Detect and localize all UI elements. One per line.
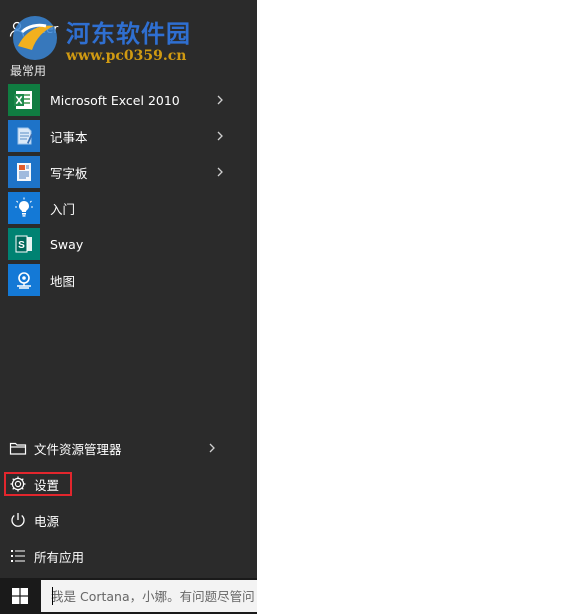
watermark-url: www.pc0359.cn — [66, 48, 187, 64]
settings-highlight-box — [4, 472, 72, 496]
folder-icon — [8, 438, 28, 458]
chevron-right-icon[interactable] — [206, 441, 218, 455]
lightbulb-icon — [15, 197, 33, 217]
power-icon — [8, 510, 28, 530]
notepad-icon — [17, 127, 33, 145]
text-caret — [52, 587, 53, 605]
excel-tile — [8, 84, 40, 116]
app-notepad[interactable]: 记事本 — [8, 119, 256, 153]
app-label: Microsoft Excel 2010 — [50, 92, 180, 108]
wordpad-icon — [17, 163, 31, 181]
maps-tile — [8, 264, 40, 296]
search-input[interactable] — [41, 587, 257, 605]
file-explorer-label: 文件资源管理器 — [34, 441, 122, 457]
app-maps[interactable]: 地图 — [8, 263, 256, 297]
user-icon — [9, 21, 25, 37]
windows-logo-icon — [12, 588, 28, 604]
app-sway[interactable]: S Sway — [8, 227, 256, 261]
app-label: 记事本 — [50, 129, 88, 145]
svg-text:S: S — [18, 240, 25, 251]
chevron-right-icon[interactable] — [214, 129, 226, 143]
taskbar — [0, 578, 257, 614]
chevron-right-icon[interactable] — [214, 93, 226, 107]
wordpad-tile — [8, 156, 40, 188]
get-started-tile — [8, 192, 40, 224]
file-explorer-item[interactable]: 文件资源管理器 — [0, 432, 257, 464]
watermark-title: 河东软件园 — [66, 19, 191, 48]
app-label: 写字板 — [50, 165, 88, 181]
notepad-tile — [8, 120, 40, 152]
power-item[interactable]: 电源 — [0, 504, 257, 536]
app-label: 入门 — [50, 201, 76, 217]
all-apps-label: 所有应用 — [34, 549, 85, 565]
app-excel[interactable]: Microsoft Excel 2010 — [8, 83, 256, 117]
power-label: 电源 — [34, 513, 60, 529]
start-menu: acer 最常用 Microsoft Excel 2010 记事本 写字板 入门… — [0, 0, 257, 578]
app-label: 地图 — [50, 273, 76, 289]
list-icon — [8, 546, 28, 566]
sway-tile: S — [8, 228, 40, 260]
cortana-search-box[interactable] — [41, 580, 257, 612]
maps-icon — [17, 272, 31, 289]
all-apps-item[interactable]: 所有应用 — [0, 540, 257, 572]
app-label: Sway — [50, 236, 84, 252]
start-button[interactable] — [0, 578, 40, 614]
user-name: acer — [32, 22, 59, 36]
most-used-label: 最常用 — [10, 64, 47, 78]
excel-icon — [14, 91, 32, 109]
app-wordpad[interactable]: 写字板 — [8, 155, 256, 189]
chevron-right-icon[interactable] — [214, 165, 226, 179]
user-account[interactable]: acer — [8, 16, 58, 42]
sway-icon: S — [15, 235, 32, 253]
app-get-started[interactable]: 入门 — [8, 191, 256, 225]
